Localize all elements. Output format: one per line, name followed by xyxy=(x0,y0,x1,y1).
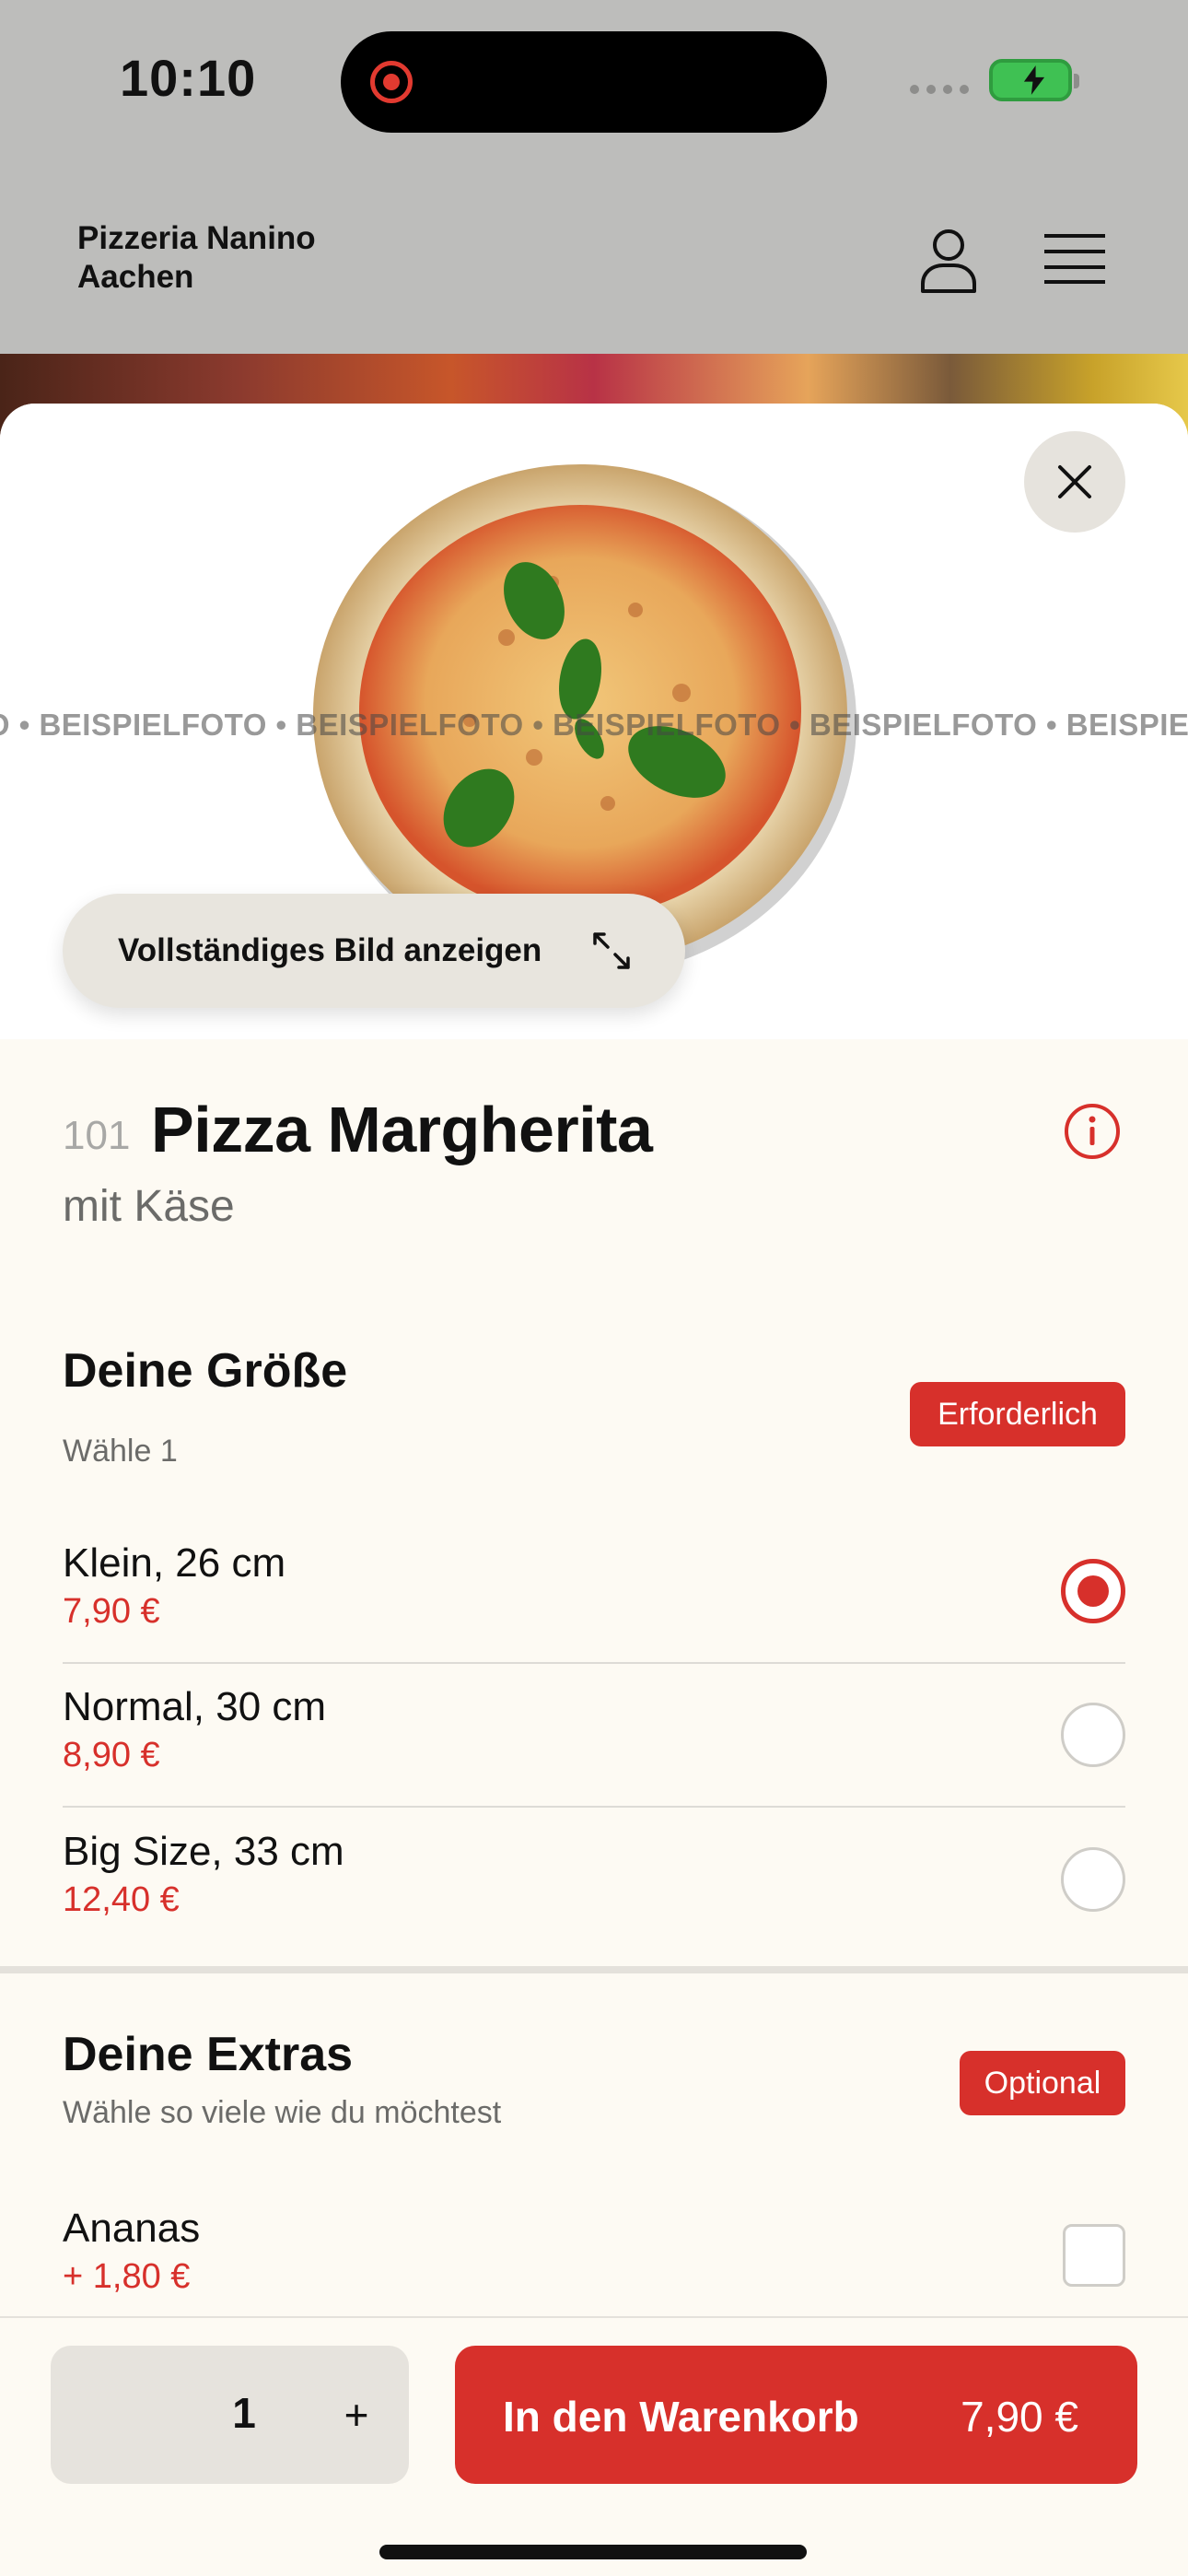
product-sheet: FOTO • BEISPIELFOTO • BEISPIELFOTO • BEI… xyxy=(0,404,1188,2576)
battery-charging-icon xyxy=(989,59,1079,101)
recording-icon xyxy=(370,61,413,103)
size-option-big[interactable]: Big Size, 33 cm 12,40 € xyxy=(63,1809,1125,1952)
option-price: 8,90 € xyxy=(63,1736,160,1774)
restaurant-name-line2: Aachen xyxy=(77,259,194,295)
product-subtitle: mit Käse xyxy=(63,1182,235,1231)
add-to-cart-label: In den Warenkorb xyxy=(503,2393,859,2441)
divider xyxy=(63,1806,1125,1808)
option-name: Ananas xyxy=(63,2206,201,2251)
restaurant-name-line1: Pizzeria Nanino xyxy=(77,220,316,256)
show-full-image-button[interactable]: Vollständiges Bild anzeigen xyxy=(63,894,685,1008)
radio-unselected[interactable] xyxy=(1061,1703,1125,1767)
option-price: 7,90 € xyxy=(63,1592,160,1631)
option-name: Normal, 30 cm xyxy=(63,1684,327,1729)
product-number: 101 xyxy=(63,1113,131,1158)
option-price: 12,40 € xyxy=(63,1880,180,1919)
close-icon xyxy=(1058,465,1091,498)
size-group-hint: Wähle 1 xyxy=(63,1434,178,1469)
size-group-title: Deine Größe xyxy=(63,1344,348,1398)
option-price: + 1,80 € xyxy=(63,2257,191,2296)
radio-unselected[interactable] xyxy=(1061,1847,1125,1912)
status-bar: 10:10 xyxy=(0,0,1188,166)
extras-group-title: Deine Extras xyxy=(63,2028,354,2081)
show-full-image-label: Vollständiges Bild anzeigen xyxy=(118,932,542,968)
section-divider xyxy=(0,1966,1188,1973)
status-time: 10:10 xyxy=(120,49,257,107)
close-button[interactable] xyxy=(1024,431,1125,533)
checkbox-unchecked[interactable] xyxy=(1063,2224,1125,2287)
radio-selected[interactable] xyxy=(1061,1559,1125,1623)
quantity-value: 1 xyxy=(232,2389,256,2437)
add-to-cart-price: 7,90 € xyxy=(961,2393,1078,2441)
product-title: Pizza Margherita xyxy=(151,1094,653,1165)
size-option-klein[interactable]: Klein, 26 cm 7,90 € xyxy=(63,1520,1125,1664)
increment-button[interactable]: + xyxy=(320,2381,393,2449)
option-name: Big Size, 33 cm xyxy=(63,1829,344,1874)
info-icon[interactable] xyxy=(1063,1102,1122,1161)
user-icon[interactable] xyxy=(919,227,978,293)
option-name: Klein, 26 cm xyxy=(63,1540,286,1586)
signal-icon xyxy=(910,85,969,94)
bottom-action-bar: 1 + In den Warenkorb 7,90 € xyxy=(0,2316,1188,2576)
dynamic-island xyxy=(341,31,827,133)
extras-group-hint: Wähle so viele wie du möchtest xyxy=(63,2095,502,2130)
restaurant-name[interactable]: Pizzeria Nanino Aachen xyxy=(77,219,316,297)
optional-badge: Optional xyxy=(960,2051,1125,2115)
extra-option-ananas[interactable]: Ananas + 1,80 € xyxy=(63,2185,1125,2329)
hamburger-menu-icon[interactable] xyxy=(1044,232,1105,286)
example-photo-watermark: FOTO • BEISPIELFOTO • BEISPIELFOTO • BEI… xyxy=(0,708,1188,742)
product-image-area: FOTO • BEISPIELFOTO • BEISPIELFOTO • BEI… xyxy=(0,404,1188,1039)
add-to-cart-button[interactable]: In den Warenkorb 7,90 € xyxy=(455,2346,1137,2484)
home-indicator[interactable] xyxy=(379,2545,807,2559)
required-badge: Erforderlich xyxy=(910,1382,1125,1446)
quantity-stepper: 1 + xyxy=(51,2346,409,2484)
expand-icon xyxy=(593,932,630,969)
size-option-normal[interactable]: Normal, 30 cm 8,90 € xyxy=(63,1664,1125,1808)
app-header: Pizzeria Nanino Aachen xyxy=(0,166,1188,354)
